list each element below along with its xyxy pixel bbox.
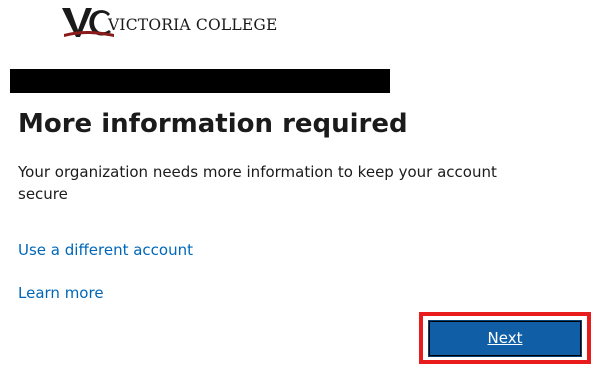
learn-more-link[interactable]: Learn more [18, 284, 104, 302]
page-title: More information required [18, 109, 408, 139]
logo-text: VICTORIA COLLEGE [108, 16, 278, 34]
redacted-account-email [10, 69, 390, 93]
use-different-account-link[interactable]: Use a different account [18, 241, 193, 259]
description-text: Your organization needs more information… [18, 163, 497, 203]
next-button[interactable]: Next [428, 320, 582, 357]
victoria-college-logo: VICTORIA COLLEGE [60, 4, 278, 40]
